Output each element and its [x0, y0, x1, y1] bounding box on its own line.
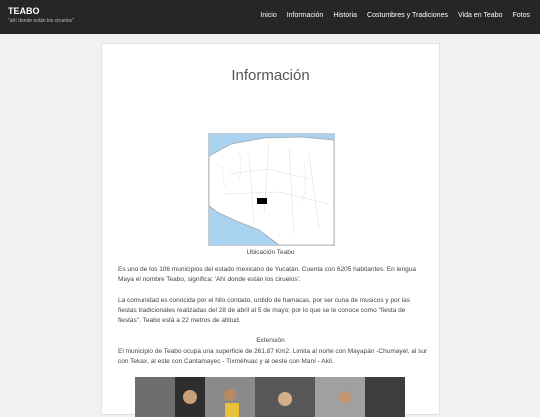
main-nav: Inicio Información Historia Costumbres y…: [260, 12, 530, 19]
nav-item-costumbres[interactable]: Costumbres y Tradiciones: [367, 12, 448, 19]
teabo-marker: [257, 198, 267, 204]
nav-item-vida[interactable]: Vida en Teabo: [458, 12, 503, 19]
paragraph-extension: El municipio de Teabo ocupa una superfic…: [118, 348, 428, 365]
paragraph-intro: Es uno de los 106 municipios del estado …: [118, 266, 417, 283]
extension-heading: Extensión: [256, 337, 285, 344]
site-header: TEABO "ahí donde están los ciruelos" Ini…: [0, 0, 540, 34]
photo-graphic: [135, 377, 405, 417]
town-photo: [135, 377, 405, 417]
content-card: Información Ubicación Teabo Es uno de lo…: [101, 43, 440, 417]
paragraph-community: La comunidad es conocida por el hilo con…: [118, 297, 410, 324]
nav-item-informacion[interactable]: Información: [287, 12, 324, 19]
nav-item-inicio[interactable]: Inicio: [260, 12, 276, 19]
site-description: "ahí donde están los ciruelos": [8, 18, 74, 24]
site-title[interactable]: TEABO: [8, 6, 40, 16]
map-graphic: [209, 134, 334, 245]
nav-item-historia[interactable]: Historia: [333, 12, 357, 19]
nav-item-fotos[interactable]: Fotos: [512, 12, 530, 19]
location-map-image: [208, 133, 335, 246]
page-title: Información: [231, 67, 310, 84]
map-caption: Ubicación Teabo: [246, 249, 295, 256]
